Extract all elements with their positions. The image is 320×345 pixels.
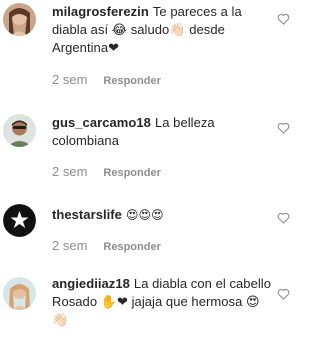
comment-username[interactable]: angiediiaz18: [52, 276, 130, 291]
avatar[interactable]: [3, 3, 36, 36]
user-photo-avatar: [3, 114, 36, 147]
comment-item: milagrosferezin Te pareces a la diabla as…: [0, 0, 309, 90]
avatar[interactable]: [3, 277, 36, 310]
heart-outline-icon[interactable]: [277, 212, 290, 224]
comment-meta: 2 sem Responder: [52, 164, 161, 179]
comment-body: milagrosferezin Te pareces a la diabla as…: [52, 3, 273, 57]
reply-button[interactable]: Responder: [103, 167, 160, 179]
comment-time[interactable]: 2 sem: [52, 238, 87, 253]
comment-meta: 2 sem Responder: [52, 238, 161, 253]
comment-body: angiediiaz18 La diabla con el cabello Ros…: [52, 275, 273, 329]
reply-button[interactable]: Responder: [103, 241, 160, 253]
heart-outline-icon[interactable]: [277, 288, 290, 300]
comment-item: gus_carcamo18 La belleza colombiana 2 sem…: [0, 108, 309, 188]
comment-body: thestarslife 😍😍😍: [52, 206, 273, 224]
comment-item: thestarslife 😍😍😍 2 sem Responder: [0, 198, 309, 263]
user-photo-avatar: [3, 277, 36, 310]
comment-time[interactable]: 2 sem: [52, 72, 87, 87]
comment-username[interactable]: gus_carcamo18: [52, 115, 151, 130]
comment-text: 😍😍😍: [125, 208, 164, 222]
comment-item: angiediiaz18 La diabla con el cabello Ros…: [0, 271, 309, 345]
heart-outline-icon[interactable]: [277, 122, 290, 134]
avatar[interactable]: [3, 114, 36, 147]
comment-body: gus_carcamo18 La belleza colombiana: [52, 114, 273, 150]
comment-meta: 2 sem Responder: [52, 72, 161, 87]
heart-outline-icon[interactable]: [277, 13, 290, 25]
reply-button[interactable]: Responder: [103, 75, 160, 87]
star-logo-avatar: [3, 204, 36, 237]
comment-time[interactable]: 2 sem: [52, 164, 87, 179]
comment-username[interactable]: milagrosferezin: [52, 4, 149, 19]
comment-username[interactable]: thestarslife: [52, 207, 122, 222]
avatar[interactable]: [3, 204, 36, 237]
user-photo-avatar: [3, 3, 36, 36]
